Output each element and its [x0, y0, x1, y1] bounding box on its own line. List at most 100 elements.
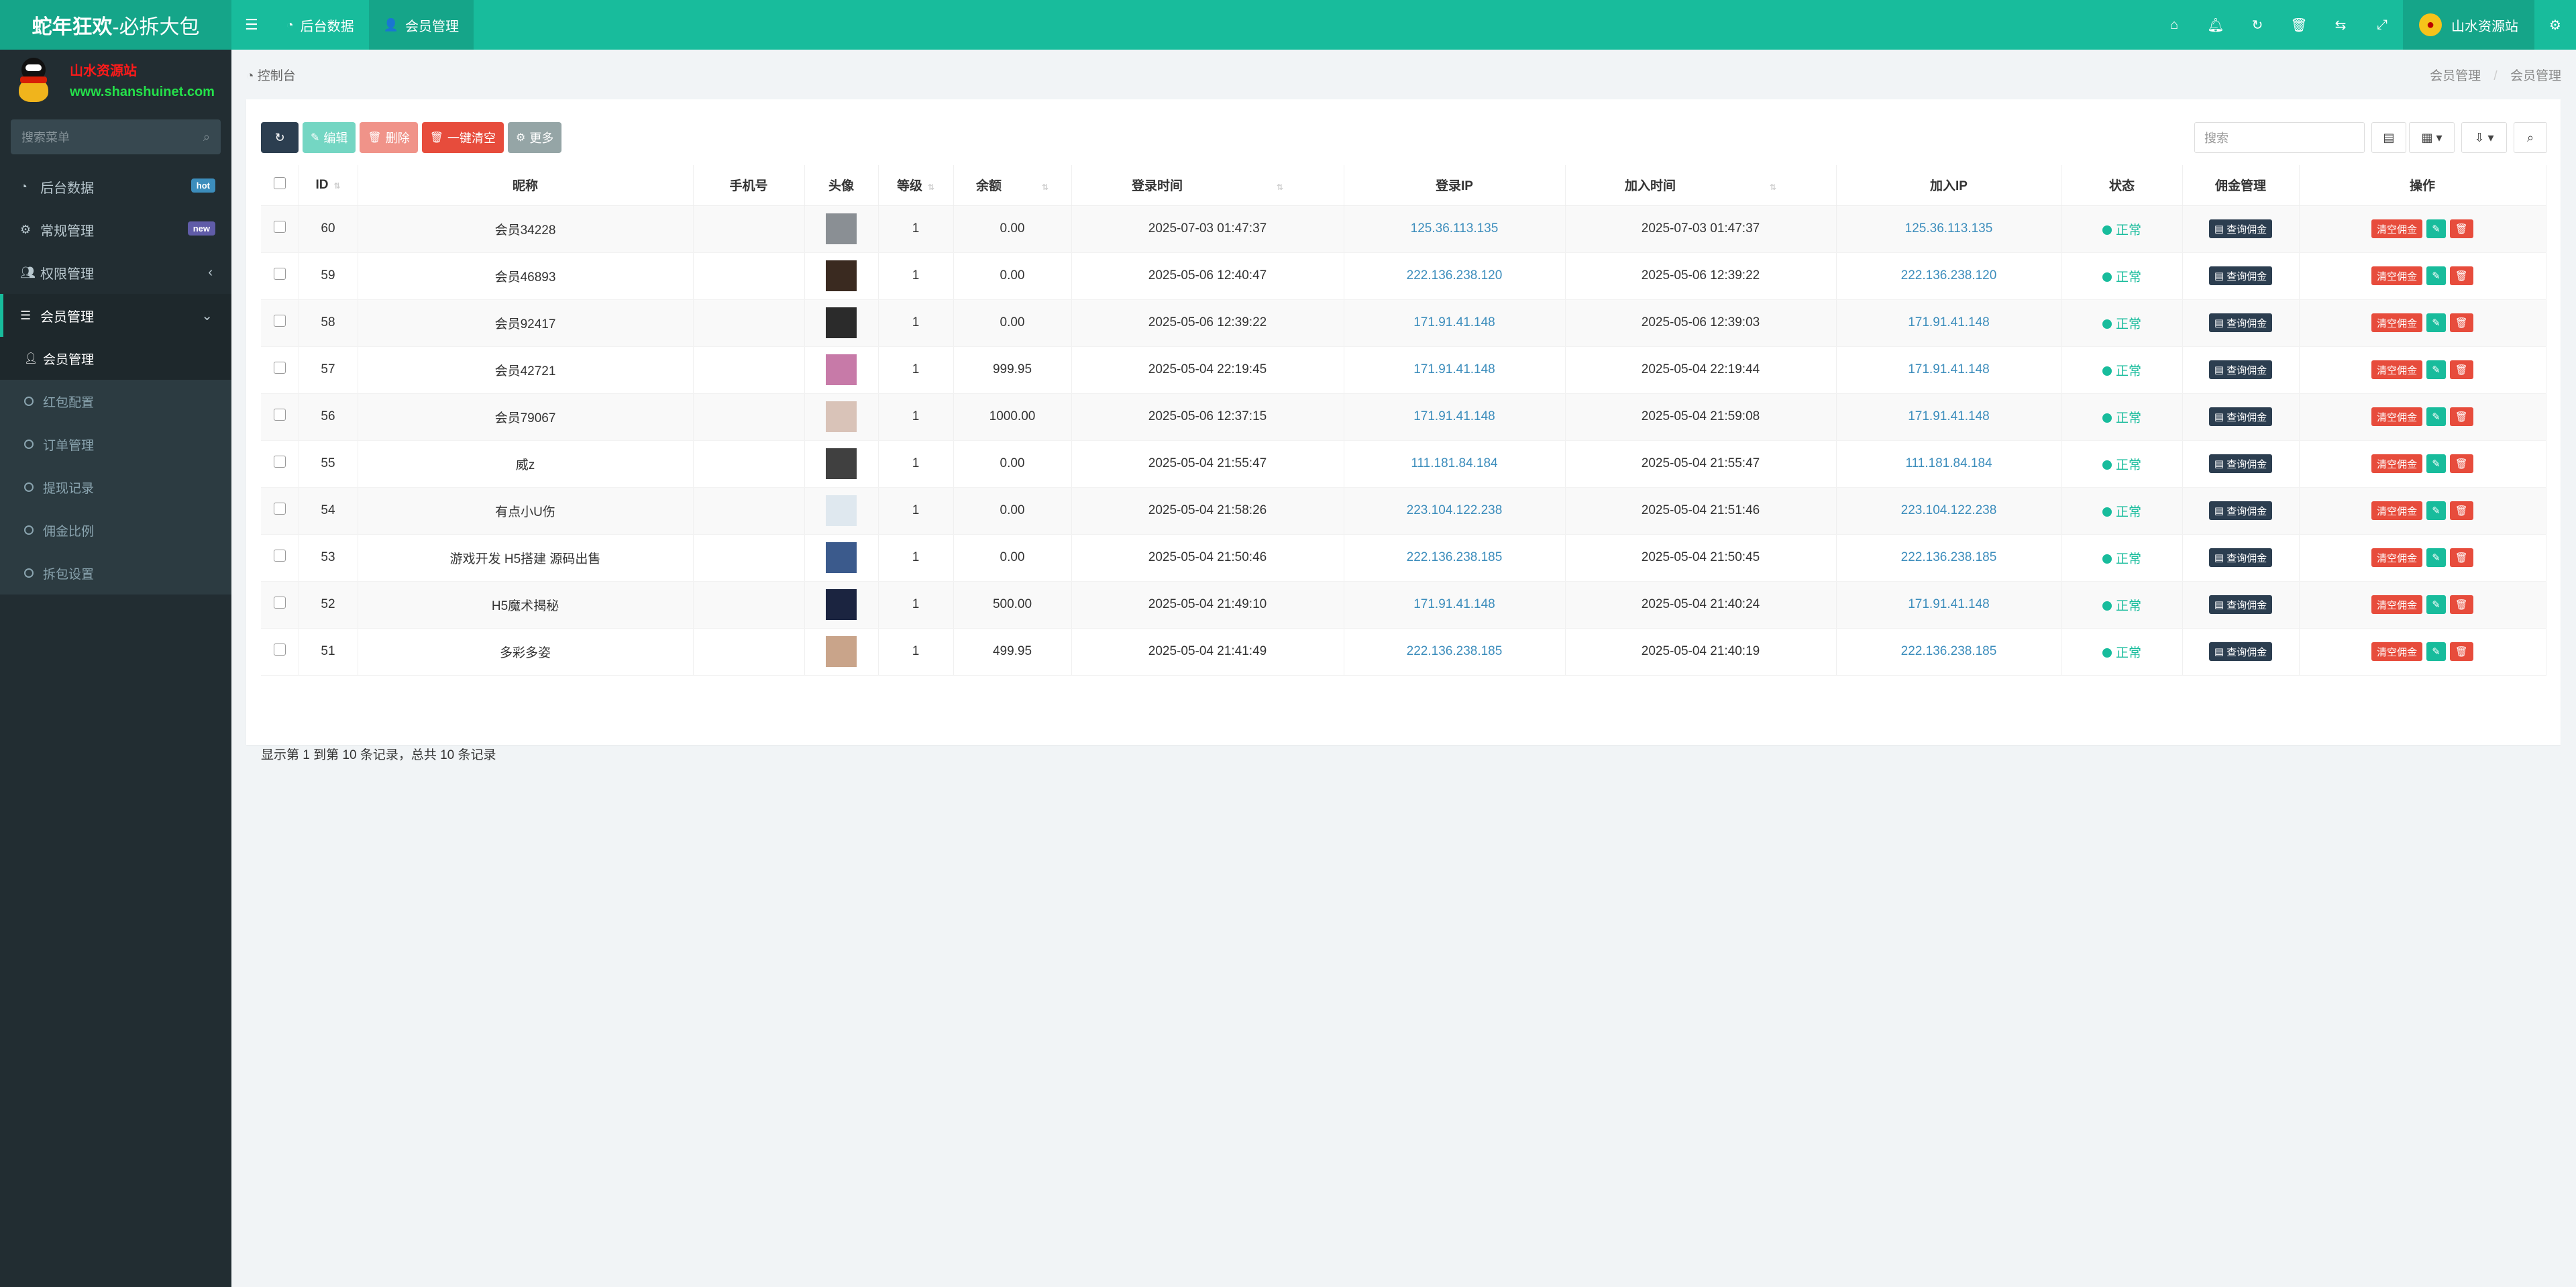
- table-row[interactable]: 59 会员46893 1 0.00 2025-05-06 12:40:47 222.136…: [261, 252, 2546, 300]
- edit-row-button[interactable]: ✎: [2426, 642, 2446, 661]
- edit-row-button[interactable]: ✎: [2426, 595, 2446, 614]
- clear-commission-button[interactable]: 清空佣金: [2371, 548, 2423, 567]
- sidebar-item-members[interactable]: ☰ 会员管理 ⌄: [0, 294, 231, 337]
- delete-row-button[interactable]: 🗑︎: [2449, 548, 2473, 567]
- cell-join-ip[interactable]: 223.104.122.238: [1836, 487, 2062, 535]
- query-commission-button[interactable]: ▤ 查询佣金: [2208, 266, 2273, 285]
- cell-status[interactable]: 正常: [2061, 581, 2183, 629]
- avatar[interactable]: [826, 260, 857, 291]
- select-all-checkbox[interactable]: [261, 165, 299, 206]
- edit-row-button[interactable]: ✎: [2426, 407, 2446, 426]
- clear-commission-button[interactable]: 清空佣金: [2371, 219, 2423, 238]
- clear-commission-button[interactable]: 清空佣金: [2371, 407, 2423, 426]
- avatar[interactable]: [826, 307, 857, 338]
- sidebar-subitem-members[interactable]: 👤︎ 会员管理: [0, 337, 231, 380]
- edit-row-button[interactable]: ✎: [2426, 266, 2446, 285]
- cell-join-ip[interactable]: 222.136.238.120: [1836, 252, 2062, 300]
- breadcrumb-console[interactable]: ◔ 控制台: [246, 66, 296, 84]
- delete-row-button[interactable]: 🗑︎: [2449, 407, 2473, 426]
- sidebar-subitem-unpack-settings[interactable]: 拆包设置: [0, 552, 231, 595]
- sidebar-search-input[interactable]: 搜索菜单 ⌕: [11, 119, 221, 154]
- query-commission-button[interactable]: ▤ 查询佣金: [2208, 454, 2273, 473]
- clear-commission-button[interactable]: 清空佣金: [2371, 360, 2423, 379]
- table-row[interactable]: 56 会员79067 1 1000.00 2025-05-06 12:37:15 171.…: [261, 393, 2546, 441]
- column-header-level[interactable]: 等级 ⇅: [878, 165, 954, 206]
- delete-row-button[interactable]: 🗑︎: [2449, 595, 2473, 614]
- sidebar-item-dashboard[interactable]: ◔ 后台数据 hot: [0, 165, 231, 208]
- breadcrumb-item[interactable]: 会员管理: [2430, 69, 2481, 83]
- clear-commission-button[interactable]: 清空佣金: [2371, 454, 2423, 473]
- clear-commission-button[interactable]: 清空佣金: [2371, 313, 2423, 332]
- edit-row-button[interactable]: ✎: [2426, 454, 2446, 473]
- table-row[interactable]: 54 有点小U伤 1 0.00 2025-05-04 21:58:26 223.104.1…: [261, 487, 2546, 535]
- cell-join-ip[interactable]: 171.91.41.148: [1836, 299, 2062, 347]
- app-logo[interactable]: 蛇年狂欢 -必拆大包: [0, 0, 231, 50]
- row-checkbox[interactable]: [261, 628, 299, 676]
- clear-commission-button[interactable]: 清空佣金: [2371, 595, 2423, 614]
- export-dropdown-button[interactable]: ⇩ ▾: [2461, 122, 2507, 153]
- edit-row-button[interactable]: ✎: [2426, 219, 2446, 238]
- avatar[interactable]: [826, 401, 857, 432]
- cell-status[interactable]: 正常: [2061, 534, 2183, 582]
- table-row[interactable]: 58 会员92417 1 0.00 2025-05-06 12:39:22 171.91.…: [261, 299, 2546, 347]
- cell-status[interactable]: 正常: [2061, 487, 2183, 535]
- table-row[interactable]: 57 会员42721 1 999.95 2025-05-04 22:19:45 171.9…: [261, 346, 2546, 394]
- bell-icon[interactable]: 🔔︎: [2195, 0, 2237, 50]
- refresh-icon[interactable]: ↻: [2237, 0, 2278, 50]
- delete-row-button[interactable]: 🗑︎: [2449, 454, 2473, 473]
- row-checkbox[interactable]: [261, 487, 299, 535]
- cell-status[interactable]: 正常: [2061, 252, 2183, 300]
- cell-join-ip[interactable]: 111.181.84.184: [1836, 440, 2062, 488]
- delete-row-button[interactable]: 🗑︎: [2449, 501, 2473, 520]
- clear-commission-button[interactable]: 清空佣金: [2371, 266, 2423, 285]
- tab-dashboard[interactable]: ◔ 后台数据: [272, 0, 369, 50]
- row-checkbox[interactable]: [261, 393, 299, 441]
- table-row[interactable]: 60 会员34228 1 0.00 2025-07-03 01:47:37 125.36.…: [261, 205, 2546, 253]
- edit-row-button[interactable]: ✎: [2426, 313, 2446, 332]
- table-row[interactable]: 51 多彩多姿 1 499.95 2025-05-04 21:41:49 222.136.…: [261, 628, 2546, 676]
- edit-row-button[interactable]: ✎: [2426, 360, 2446, 379]
- cell-status[interactable]: 正常: [2061, 346, 2183, 394]
- row-checkbox[interactable]: [261, 299, 299, 347]
- table-row[interactable]: 53 游戏开发 H5搭建 源码出售 1 0.00 2025-05-04 21:50:46…: [261, 534, 2546, 582]
- delete-row-button[interactable]: 🗑︎: [2449, 360, 2473, 379]
- avatar[interactable]: [826, 542, 857, 573]
- columns-dropdown-button[interactable]: ▦ ▾: [2409, 122, 2455, 153]
- edit-button[interactable]: ✎ 编辑: [303, 122, 356, 153]
- translate-icon[interactable]: ⇆: [2320, 0, 2361, 50]
- sidebar-subitem-orders[interactable]: 订单管理: [0, 423, 231, 466]
- delete-row-button[interactable]: 🗑︎: [2449, 266, 2473, 285]
- user-menu[interactable]: ● 山水资源站: [2403, 0, 2534, 50]
- avatar[interactable]: [826, 636, 857, 667]
- cell-login-ip[interactable]: 222.136.238.185: [1344, 534, 1566, 582]
- cell-login-ip[interactable]: 111.181.84.184: [1344, 440, 1566, 488]
- column-header-balance[interactable]: 余额 ⇅: [953, 165, 1072, 206]
- avatar[interactable]: [826, 589, 857, 620]
- gear-icon[interactable]: ⚙: [2534, 0, 2576, 50]
- avatar[interactable]: [826, 354, 857, 385]
- clear-commission-button[interactable]: 清空佣金: [2371, 501, 2423, 520]
- row-checkbox[interactable]: [261, 440, 299, 488]
- fullscreen-icon[interactable]: ⤢: [2361, 0, 2403, 50]
- cell-status[interactable]: 正常: [2061, 440, 2183, 488]
- query-commission-button[interactable]: ▤ 查询佣金: [2208, 407, 2273, 426]
- row-checkbox[interactable]: [261, 581, 299, 629]
- cell-status[interactable]: 正常: [2061, 628, 2183, 676]
- table-search-input[interactable]: 搜索: [2194, 122, 2365, 153]
- cell-join-ip[interactable]: 171.91.41.148: [1836, 393, 2062, 441]
- table-row[interactable]: 55 威z 1 0.00 2025-05-04 21:55:47 111.181.84.1…: [261, 440, 2546, 488]
- cell-join-ip[interactable]: 171.91.41.148: [1836, 581, 2062, 629]
- query-commission-button[interactable]: ▤ 查询佣金: [2208, 219, 2273, 238]
- clear-commission-button[interactable]: 清空佣金: [2371, 642, 2423, 661]
- query-commission-button[interactable]: ▤ 查询佣金: [2208, 360, 2273, 379]
- column-header-join-time[interactable]: 加入时间 ⇅: [1565, 165, 1837, 206]
- row-checkbox[interactable]: [261, 252, 299, 300]
- home-icon[interactable]: ⌂: [2153, 0, 2195, 50]
- query-commission-button[interactable]: ▤ 查询佣金: [2208, 642, 2273, 661]
- advanced-search-button[interactable]: ⌕: [2514, 122, 2547, 153]
- cell-login-ip[interactable]: 222.136.238.185: [1344, 628, 1566, 676]
- cell-login-ip[interactable]: 222.136.238.120: [1344, 252, 1566, 300]
- trash-icon[interactable]: 🗑︎: [2278, 0, 2320, 50]
- delete-row-button[interactable]: 🗑︎: [2449, 219, 2473, 238]
- column-header-id[interactable]: ID ⇅: [299, 165, 358, 206]
